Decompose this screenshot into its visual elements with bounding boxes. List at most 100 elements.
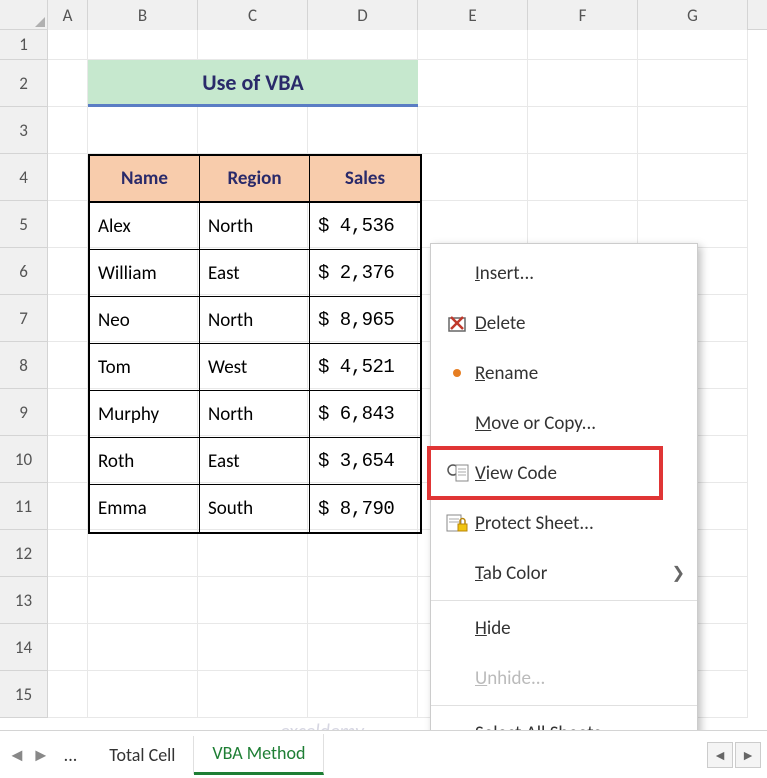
cell[interactable] <box>48 624 88 671</box>
row-header-1[interactable]: 1 <box>0 30 48 60</box>
menu-protect-sheet[interactable]: Protect Sheet... <box>431 498 697 548</box>
cell[interactable] <box>638 30 748 60</box>
table-cell[interactable]: $ 4,536 <box>310 203 420 250</box>
column-header-E[interactable]: E <box>418 0 528 30</box>
sheet-tab-vba-method[interactable]: VBA Method <box>194 734 324 775</box>
cell[interactable] <box>638 60 748 107</box>
cell[interactable] <box>418 60 528 107</box>
cell[interactable] <box>418 201 528 248</box>
cell[interactable] <box>88 30 198 60</box>
cell[interactable] <box>48 530 88 577</box>
cell[interactable] <box>638 201 748 248</box>
table-cell[interactable]: $ 2,376 <box>310 250 420 297</box>
table-cell[interactable]: North <box>200 203 310 250</box>
cell[interactable] <box>308 107 418 154</box>
row-header-10[interactable]: 10 <box>0 436 48 483</box>
row-header-15[interactable]: 15 <box>0 671 48 718</box>
table-cell[interactable]: Emma <box>90 485 200 532</box>
cell[interactable] <box>88 530 198 577</box>
table-cell[interactable]: West <box>200 344 310 391</box>
table-cell[interactable]: William <box>90 250 200 297</box>
cell[interactable] <box>48 107 88 154</box>
column-header-C[interactable]: C <box>198 0 308 30</box>
menu-rename[interactable]: Rename <box>431 348 697 398</box>
cell[interactable] <box>308 624 418 671</box>
cell[interactable] <box>308 30 418 60</box>
cell[interactable] <box>48 248 88 295</box>
row-header-9[interactable]: 9 <box>0 389 48 436</box>
table-cell[interactable]: Alex <box>90 203 200 250</box>
row-header-13[interactable]: 13 <box>0 577 48 624</box>
column-header-B[interactable]: B <box>88 0 198 30</box>
cell[interactable] <box>48 483 88 530</box>
cell[interactable] <box>418 30 528 60</box>
cell[interactable] <box>198 624 308 671</box>
cell[interactable] <box>528 60 638 107</box>
cell[interactable] <box>198 30 308 60</box>
cell[interactable] <box>308 671 418 718</box>
row-header-6[interactable]: 6 <box>0 248 48 295</box>
cell[interactable] <box>198 577 308 624</box>
cell[interactable] <box>638 154 748 201</box>
column-header-G[interactable]: G <box>638 0 748 30</box>
table-header-sales[interactable]: Sales <box>310 156 420 203</box>
row-header-4[interactable]: 4 <box>0 154 48 201</box>
table-cell[interactable]: Neo <box>90 297 200 344</box>
cell[interactable] <box>88 624 198 671</box>
table-cell[interactable]: North <box>200 391 310 438</box>
table-cell[interactable]: $ 8,965 <box>310 297 420 344</box>
cell[interactable] <box>48 577 88 624</box>
menu-insert[interactable]: Insert... <box>431 248 697 298</box>
menu-view-code[interactable]: View Code <box>431 448 697 498</box>
table-cell[interactable]: $ 3,654 <box>310 438 420 485</box>
table-cell[interactable]: $ 6,843 <box>310 391 420 438</box>
row-header-11[interactable]: 11 <box>0 483 48 530</box>
row-header-5[interactable]: 5 <box>0 201 48 248</box>
cell[interactable] <box>48 201 88 248</box>
table-cell[interactable]: Murphy <box>90 391 200 438</box>
cell[interactable] <box>528 154 638 201</box>
cell[interactable] <box>88 671 198 718</box>
cell[interactable] <box>308 577 418 624</box>
row-header-8[interactable]: 8 <box>0 342 48 389</box>
cell[interactable] <box>48 342 88 389</box>
cell[interactable] <box>48 30 88 60</box>
tab-overflow[interactable]: ... <box>64 744 78 766</box>
cell[interactable] <box>88 577 198 624</box>
row-header-7[interactable]: 7 <box>0 295 48 342</box>
cell[interactable] <box>528 201 638 248</box>
cell[interactable] <box>48 154 88 201</box>
menu-hide[interactable]: Hide <box>431 603 697 653</box>
cell[interactable] <box>198 671 308 718</box>
cell[interactable] <box>48 389 88 436</box>
tab-nav-prev-icon[interactable]: ◄ <box>8 744 26 766</box>
cell[interactable] <box>418 107 528 154</box>
menu-delete[interactable]: Delete <box>431 298 697 348</box>
cell[interactable] <box>48 295 88 342</box>
table-cell[interactable]: Tom <box>90 344 200 391</box>
cell[interactable] <box>638 107 748 154</box>
table-header-region[interactable]: Region <box>200 156 310 203</box>
table-cell[interactable]: $ 4,521 <box>310 344 420 391</box>
table-cell[interactable]: North <box>200 297 310 344</box>
cell[interactable] <box>48 60 88 107</box>
cell[interactable] <box>308 530 418 577</box>
cell[interactable] <box>48 436 88 483</box>
cell[interactable] <box>528 107 638 154</box>
scroll-left-button[interactable]: ◄ <box>707 742 733 768</box>
scroll-right-button[interactable]: ► <box>735 742 761 768</box>
cell[interactable] <box>198 530 308 577</box>
row-header-2[interactable]: 2 <box>0 60 48 107</box>
menu-move-copy[interactable]: Move or Copy... <box>431 398 697 448</box>
row-header-14[interactable]: 14 <box>0 624 48 671</box>
cell[interactable] <box>198 107 308 154</box>
cell[interactable] <box>528 30 638 60</box>
cell[interactable] <box>88 107 198 154</box>
column-header-A[interactable]: A <box>48 0 88 30</box>
row-header-3[interactable]: 3 <box>0 107 48 154</box>
sheet-tab-total-cell[interactable]: Total Cell <box>91 736 194 774</box>
cell[interactable] <box>48 671 88 718</box>
table-cell[interactable]: Roth <box>90 438 200 485</box>
column-header-F[interactable]: F <box>528 0 638 30</box>
merged-title-cell[interactable]: Use of VBA <box>88 60 418 107</box>
